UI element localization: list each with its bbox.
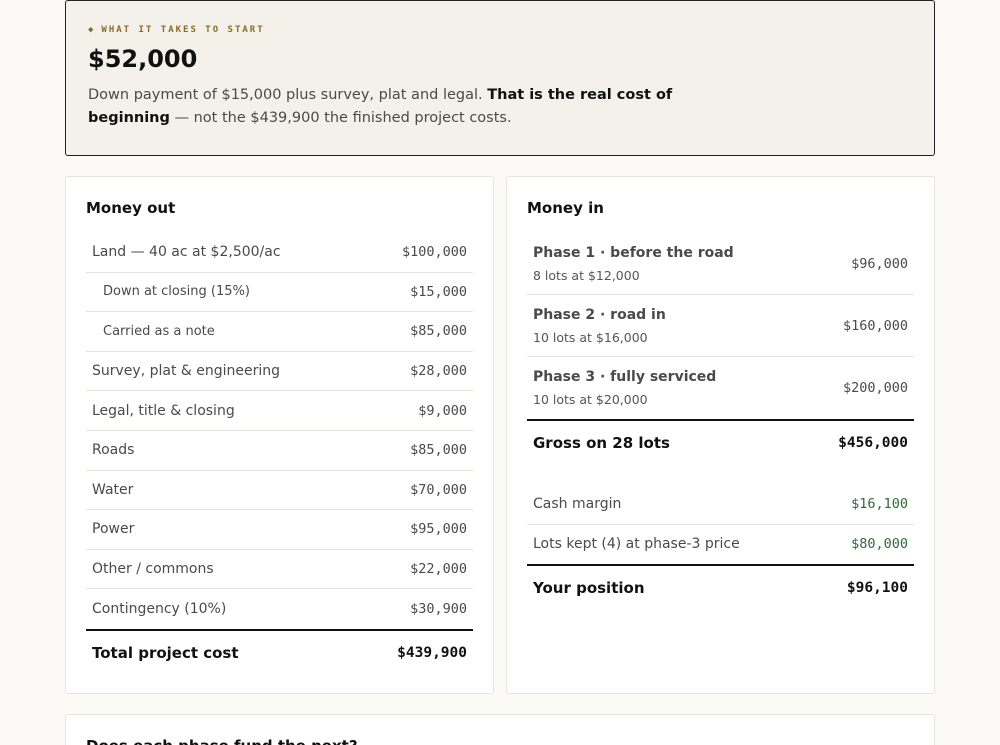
phase-detail: 10 lots at $16,000 xyxy=(533,329,648,345)
phase-detail: 8 lots at $12,000 xyxy=(533,267,640,283)
row-value: $85,000 xyxy=(410,442,467,459)
gross-total-row: Gross on 28 lots $456,000 xyxy=(527,419,914,465)
money-out-row-legal: Legal, title & closing $9,000 xyxy=(86,391,473,431)
phase-detail: 10 lots at $20,000 xyxy=(533,392,648,407)
phase-funding-panel: Does each phase fund the next? xyxy=(65,714,935,745)
start-eyebrow: ◆ What it takes to start xyxy=(88,25,912,35)
phase-value: $160,000 xyxy=(842,317,908,334)
row-label: Contingency (10%) xyxy=(92,601,227,618)
row-value: $70,000 xyxy=(410,481,467,498)
money-out-row-other: Other / commons $22,000 xyxy=(86,550,473,590)
position-label: Your position xyxy=(533,579,645,598)
start-desc-plain-2: — not the $439,900 the finished project … xyxy=(169,110,512,126)
money-in-panel: Money in Phase 1 · before the road 8 lot… xyxy=(506,176,935,694)
row-label: Other / commons xyxy=(92,561,214,578)
row-value: $16,100 xyxy=(851,496,908,513)
money-out-row-land: Land — 40 ac at $2,500/ac $100,000 xyxy=(86,233,473,273)
row-value: $28,000 xyxy=(410,363,467,380)
start-desc-plain-1: Down payment of $15,000 plus survey, pla… xyxy=(88,87,488,103)
phase-info: Phase 3 · fully serviced 10 lots at $20,… xyxy=(533,369,716,407)
row-label: Water xyxy=(92,481,134,498)
gross-label: Gross on 28 lots xyxy=(533,434,670,452)
money-out-title: Money out xyxy=(86,199,176,217)
diamond-bullet-icon: ◆ xyxy=(88,25,96,35)
phase-name: Phase 3 · fully serviced xyxy=(533,369,717,385)
phase-funding-title: Does each phase fund the next? xyxy=(86,737,914,745)
gross-value: $456,000 xyxy=(838,435,908,451)
row-label: Land — 40 ac at $2,500/ac xyxy=(92,244,281,261)
row-value: $30,900 xyxy=(410,601,467,618)
phase-row-1: Phase 1 · before the road 8 lots at $12,… xyxy=(527,233,914,295)
row-label: Down at closing (15%) xyxy=(103,284,250,300)
row-label: Roads xyxy=(92,442,135,459)
money-out-row-down: Down at closing (15%) $15,000 xyxy=(86,273,473,313)
start-eyebrow-label: What it takes to start xyxy=(101,25,265,35)
cash-margin-row: Cash margin $16,100 xyxy=(527,485,914,525)
row-value: $9,000 xyxy=(418,402,467,419)
money-out-panel: Money out Land — 40 ac at $2,500/ac $100,… xyxy=(65,176,494,694)
row-value: $80,000 xyxy=(851,536,908,553)
phase-name: Phase 2 · road in xyxy=(533,306,666,323)
money-in-title: Money in xyxy=(527,199,604,217)
start-description: Down payment of $15,000 plus survey, pla… xyxy=(88,84,688,130)
row-label: Lots kept (4) at phase-3 price xyxy=(533,536,740,553)
money-out-total-row: Total project cost $439,900 xyxy=(86,628,473,675)
phase-row-3: Phase 3 · fully serviced 10 lots at $20,… xyxy=(527,357,914,419)
position-total-row: Your position $96,100 xyxy=(527,564,914,610)
phase-info: Phase 2 · road in 10 lots at $16,000 xyxy=(533,307,666,345)
row-label: Carried as a note xyxy=(103,323,215,339)
row-value: $85,000 xyxy=(410,323,467,340)
phase-value: $200,000 xyxy=(842,380,908,396)
phase-list: Phase 1 · before the road 8 lots at $12,… xyxy=(527,233,914,419)
phase-info: Phase 1 · before the road 8 lots at $12,… xyxy=(533,245,734,283)
row-label: Power xyxy=(92,521,135,538)
position-value: $96,100 xyxy=(846,580,908,597)
start-amount: $52,000 xyxy=(88,45,198,73)
money-out-row-survey: Survey, plat & engineering $28,000 xyxy=(86,352,473,392)
money-out-row-water: Water $70,000 xyxy=(86,471,473,511)
row-label: Survey, plat & engineering xyxy=(92,363,281,380)
row-value: $100,000 xyxy=(401,244,467,261)
total-label: Total project cost xyxy=(92,643,239,662)
money-out-row-note: Carried as a note $85,000 xyxy=(86,312,473,352)
phase-value: $96,000 xyxy=(851,255,908,272)
row-value: $22,000 xyxy=(410,561,467,578)
money-out-row-contingency: Contingency (10%) $30,900 xyxy=(86,589,473,629)
money-out-row-roads: Roads $85,000 xyxy=(86,431,473,471)
money-out-row-power: Power $95,000 xyxy=(86,510,473,550)
phase-name: Phase 1 · before the road xyxy=(533,244,734,261)
row-value: $15,000 xyxy=(410,283,467,300)
row-label: Legal, title & closing xyxy=(92,402,235,419)
lots-kept-row: Lots kept (4) at phase-3 price $80,000 xyxy=(527,525,914,565)
start-summary-card: ◆ What it takes to start $52,000 Down pay… xyxy=(65,0,935,156)
row-value: $95,000 xyxy=(410,521,467,538)
row-label: Cash margin xyxy=(533,496,622,513)
total-value: $439,900 xyxy=(397,644,467,661)
money-out-list: Land — 40 ac at $2,500/ac $100,000 Down a… xyxy=(86,233,473,629)
phase-row-2: Phase 2 · road in 10 lots at $16,000 $16… xyxy=(527,295,914,357)
